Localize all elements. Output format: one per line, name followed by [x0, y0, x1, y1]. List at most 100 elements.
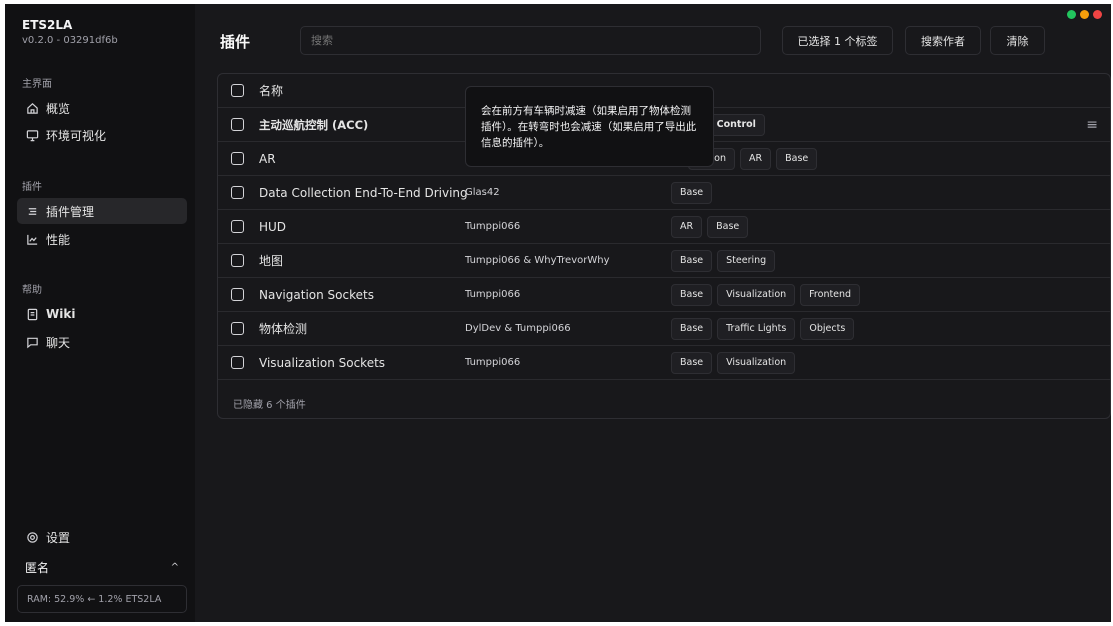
table-row[interactable]: Data Collection End-To-End Driving Glas4… [218, 176, 1110, 210]
group-label-help: 帮助 [22, 285, 42, 296]
sidebar-item-overview[interactable]: 概览 [17, 95, 187, 121]
tag[interactable]: Base [671, 317, 713, 340]
chart-icon [25, 232, 39, 246]
row-checkbox[interactable] [231, 322, 244, 335]
page-title: 插件 [220, 33, 251, 51]
tag[interactable]: Visualization [717, 351, 796, 374]
plugin-author: Tumppi066 [465, 289, 521, 300]
close-button[interactable] [1093, 10, 1102, 19]
plugin-author: DylDev & Tumppi066 [465, 323, 571, 334]
ram-status-text: RAM: 52.9% ← 1.2% ETS2LA [27, 593, 162, 605]
tag[interactable]: AR [671, 215, 703, 238]
plugin-tags: Base Visualization [671, 351, 796, 374]
row-checkbox[interactable] [231, 118, 244, 131]
plugin-description-tooltip: 会在前方有车辆时减速（如果启用了物体检测插件）。在转弯时也会减速（如果启用了导出… [465, 86, 714, 167]
tag[interactable]: Base [671, 181, 713, 204]
tooltip-text: 会在前方有车辆时减速（如果启用了物体检测插件）。在转弯时也会减速（如果启用了导出… [481, 105, 697, 149]
clear-label: 清除 [1006, 34, 1029, 48]
tag[interactable]: Base [707, 215, 749, 238]
sidebar-item-label: 插件管理 [46, 204, 95, 219]
gear-icon [25, 530, 39, 544]
home-icon [25, 101, 39, 115]
chevron-up-icon: ^ [170, 561, 179, 573]
plugin-author: Tumppi066 [465, 221, 521, 232]
sidebar-item-visualization[interactable]: 环境可视化 [17, 122, 187, 148]
column-header-name: 名称 [259, 84, 284, 98]
plugin-author: Tumppi066 & WhyTrevorWhy [465, 255, 610, 266]
select-all-checkbox[interactable] [231, 84, 244, 97]
plugin-name: AR [259, 151, 276, 166]
user-name: 匿名 [25, 560, 50, 575]
list-icon [25, 204, 39, 218]
clear-button[interactable]: 清除 [990, 26, 1045, 55]
tag[interactable]: Objects [800, 317, 855, 340]
plugin-name: 物体检测 [259, 322, 308, 336]
search-input[interactable] [300, 26, 761, 55]
table-row[interactable]: HUD Tumppi066 AR Base [218, 210, 1110, 244]
book-icon [25, 307, 39, 321]
ram-status: RAM: 52.9% ← 1.2% ETS2LA [17, 585, 187, 613]
tag[interactable]: Base [671, 351, 713, 374]
tag[interactable]: Base [671, 249, 713, 272]
app-window: ETS2LA v0.2.0 - 03291df6b 主界面 概览 环境可视化 插… [5, 4, 1111, 622]
monitor-icon [25, 128, 39, 142]
tag-filter-label: 已选择 1 个标签 [797, 34, 878, 48]
row-checkbox[interactable] [231, 152, 244, 165]
sidebar-item-settings[interactable]: 设置 [17, 524, 187, 550]
sidebar-item-label: 概览 [46, 101, 71, 116]
sidebar-item-plugin-manager[interactable]: 插件管理 [17, 198, 187, 224]
menu-icon[interactable]: ≡ [1086, 117, 1098, 133]
window-controls [1067, 10, 1102, 19]
row-checkbox[interactable] [231, 220, 244, 233]
plugin-tags: AR Base [671, 215, 749, 238]
chat-icon [25, 335, 39, 349]
sidebar: ETS2LA v0.2.0 - 03291df6b 主界面 概览 环境可视化 插… [5, 4, 195, 622]
user-menu[interactable]: 匿名 ^ [17, 556, 187, 578]
plugin-author: Glas42 [465, 187, 500, 198]
plugin-name: 地图 [259, 254, 284, 268]
plugin-name: HUD [259, 219, 287, 234]
tag[interactable]: Traffic Lights [717, 317, 796, 340]
plugin-name: Navigation Sockets [259, 287, 374, 302]
minimize-button[interactable] [1067, 10, 1076, 19]
plugin-name: Data Collection End-To-End Driving [259, 185, 468, 200]
plugin-tags: Base Visualization Frontend [671, 283, 861, 306]
plugin-tags: Base [671, 181, 713, 204]
plugin-tags: Base Traffic Lights Objects [671, 317, 855, 340]
tag[interactable]: Base [671, 283, 713, 306]
row-checkbox[interactable] [231, 356, 244, 369]
sidebar-item-wiki[interactable]: Wiki [17, 301, 187, 327]
plugin-name: 主动巡航控制 (ACC) [259, 117, 369, 132]
sidebar-item-label: Wiki [46, 307, 76, 321]
sidebar-item-label: 环境可视化 [46, 128, 107, 143]
table-row[interactable]: Navigation Sockets Tumppi066 Base Visual… [218, 278, 1110, 312]
group-label-main: 主界面 [22, 79, 52, 90]
tag[interactable]: Base [776, 147, 818, 170]
tag[interactable]: Visualization [717, 283, 796, 306]
row-checkbox[interactable] [231, 288, 244, 301]
author-search-button[interactable]: 搜索作者 [905, 26, 981, 55]
sidebar-item-label: 设置 [46, 530, 71, 545]
hidden-plugins-note: 已隐藏 6 个插件 [233, 400, 306, 411]
app-name: ETS2LA [22, 18, 73, 32]
sidebar-item-label: 聊天 [46, 335, 71, 350]
plugin-author: Tumppi066 [465, 357, 521, 368]
app-version: v0.2.0 - 03291df6b [22, 35, 118, 46]
group-label-plugins: 插件 [22, 182, 42, 193]
maximize-button[interactable] [1080, 10, 1089, 19]
sidebar-item-performance[interactable]: 性能 [17, 226, 187, 252]
row-checkbox[interactable] [231, 254, 244, 267]
plugin-tags: Base Steering [671, 249, 776, 272]
table-row[interactable]: Visualization Sockets Tumppi066 Base Vis… [218, 346, 1110, 380]
author-search-label: 搜索作者 [921, 34, 965, 48]
table-row[interactable]: 物体检测 DylDev & Tumppi066 Base Traffic Lig… [218, 312, 1110, 346]
plugin-name: Visualization Sockets [259, 355, 386, 370]
tag-filter-button[interactable]: 已选择 1 个标签 [782, 26, 893, 55]
table-row[interactable]: 地图 Tumppi066 & WhyTrevorWhy Base Steerin… [218, 244, 1110, 278]
tag[interactable]: Frontend [800, 283, 861, 306]
sidebar-item-label: 性能 [46, 232, 71, 247]
row-checkbox[interactable] [231, 186, 244, 199]
tag[interactable]: AR [740, 147, 772, 170]
tag[interactable]: Steering [717, 249, 776, 272]
sidebar-item-chat[interactable]: 聊天 [17, 329, 187, 355]
